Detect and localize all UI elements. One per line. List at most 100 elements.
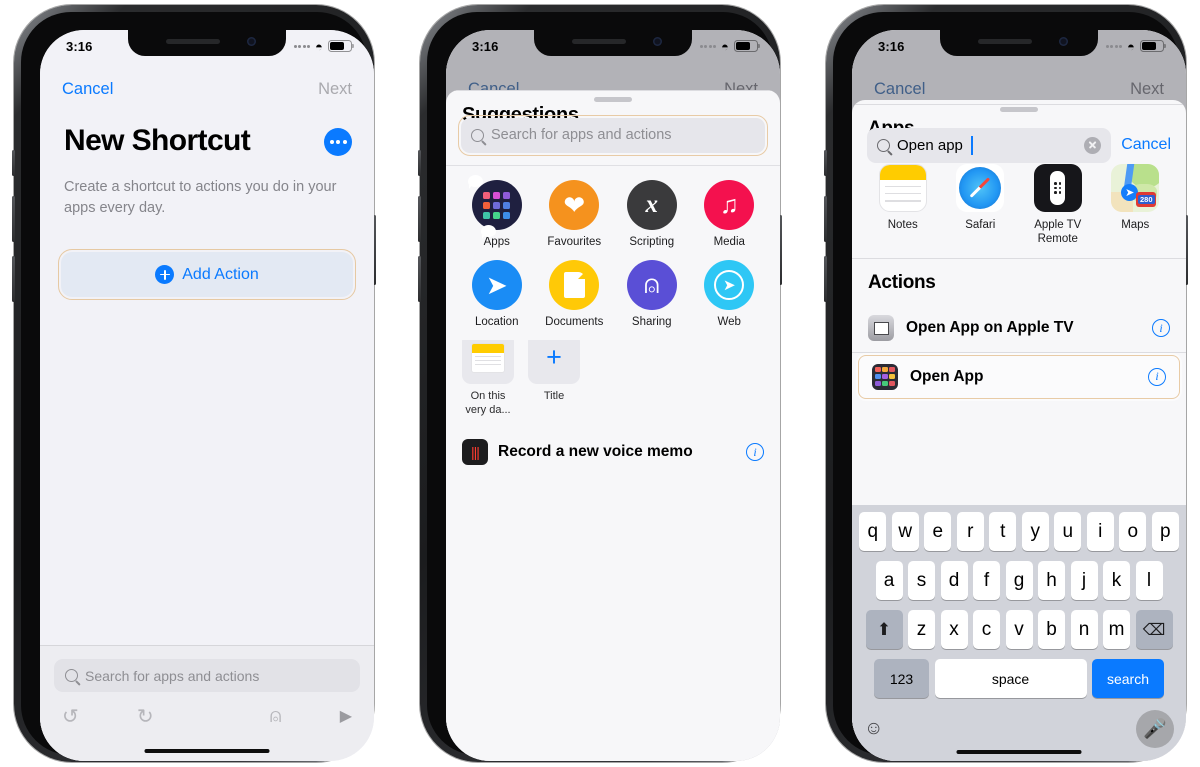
volume-up-button[interactable] [418, 196, 421, 242]
key-w[interactable]: w [891, 512, 919, 551]
category-label: Favourites [547, 236, 602, 248]
keyboard-row-2: a s d f g h j k l [852, 561, 1186, 600]
key-q[interactable]: q [859, 512, 887, 551]
category-web[interactable]: ➤ Web [691, 260, 769, 328]
redo-icon[interactable]: ↻ [137, 704, 154, 729]
key-j[interactable]: j [1070, 561, 1098, 600]
volume-down-button[interactable] [12, 256, 15, 302]
app-label: Notes [887, 219, 918, 231]
key-h[interactable]: h [1038, 561, 1065, 600]
volume-down-button[interactable] [824, 256, 827, 302]
key-u[interactable]: u [1054, 512, 1082, 551]
earpiece-speaker [572, 39, 626, 44]
key-x[interactable]: x [940, 610, 968, 649]
key-c[interactable]: c [973, 610, 1000, 649]
search-key[interactable]: search [1092, 659, 1164, 698]
app-result-apple-tv-remote[interactable]: Apple TV Remote [1019, 164, 1097, 246]
key-a[interactable]: a [875, 561, 903, 600]
play-icon[interactable]: ▶ [340, 706, 352, 726]
key-i[interactable]: i [1086, 512, 1114, 551]
key-f[interactable]: f [973, 561, 1000, 600]
key-v[interactable]: v [1005, 610, 1033, 649]
suggestion-record-voice-memo[interactable]: ||| Record a new voice memo i [446, 429, 780, 483]
action-row-open-app[interactable]: Open App i [856, 352, 1182, 401]
sheet-grabber[interactable] [1000, 107, 1038, 112]
action-row-open-app-on-apple-tv[interactable]: Open App on Apple TV i [852, 304, 1186, 352]
sheet-grabber[interactable] [594, 97, 632, 102]
search-input[interactable]: Open app [867, 127, 1112, 163]
earpiece-speaker [978, 39, 1032, 44]
suggestion-parameters: On this very da... + Title [462, 331, 764, 417]
key-o[interactable]: o [1119, 512, 1147, 551]
space-key[interactable]: space [934, 659, 1087, 698]
key-b[interactable]: b [1038, 610, 1065, 649]
heart-icon: ❤ [549, 180, 600, 230]
mute-switch[interactable] [824, 150, 827, 176]
undo-icon[interactable]: ↺ [62, 704, 79, 729]
category-location[interactable]: ➤ Location [458, 260, 536, 328]
category-label: Media [713, 236, 745, 248]
action-label: Open App on Apple TV [906, 319, 1074, 336]
search-value: Open app [897, 136, 963, 154]
phone-screen: Cancel Next 3:16 ◓ [446, 30, 780, 761]
category-label: Apps [483, 236, 510, 248]
key-m[interactable]: m [1103, 610, 1130, 649]
battery-icon [734, 40, 761, 52]
volume-up-button[interactable] [12, 196, 15, 242]
numbers-key[interactable]: 123 [874, 659, 929, 698]
category-scripting[interactable]: x Scripting [613, 180, 691, 248]
search-input[interactable]: Search for apps and actions [54, 659, 360, 692]
app-result-notes[interactable]: Notes [864, 164, 942, 246]
category-sharing[interactable]: ⍝ Sharing [613, 260, 691, 328]
plus-circle-icon [155, 265, 175, 284]
key-y[interactable]: y [1021, 512, 1049, 551]
phone-1: 3:16 ◓ Cancel Next New Shortcut Create a… [8, 0, 380, 767]
category-documents[interactable]: Documents [536, 260, 614, 328]
mute-switch[interactable] [12, 150, 15, 176]
key-t[interactable]: t [989, 512, 1017, 551]
category-apps[interactable]: Apps [458, 180, 536, 248]
phone-bezel: Cancel Next 3:16 ◓ [833, 12, 1186, 761]
cancel-search-button[interactable]: Cancel [1121, 136, 1171, 154]
app-result-maps[interactable]: ➤ 280 Maps [1097, 164, 1175, 246]
parameter-body[interactable]: On this very da... [462, 331, 514, 417]
key-l[interactable]: l [1135, 561, 1163, 600]
key-p[interactable]: p [1151, 512, 1179, 551]
add-action-button[interactable]: Add Action [58, 249, 356, 300]
key-g[interactable]: g [1005, 561, 1033, 600]
key-s[interactable]: s [908, 561, 935, 600]
more-ellipsis-icon[interactable] [324, 128, 352, 156]
key-k[interactable]: k [1103, 561, 1130, 600]
info-circle-icon[interactable]: i [1148, 367, 1166, 386]
delete-backward-icon[interactable]: ⌫ [1135, 610, 1173, 649]
category-favourites[interactable]: ❤ Favourites [536, 180, 614, 248]
volume-up-button[interactable] [824, 196, 827, 242]
app-result-safari[interactable]: Safari [942, 164, 1020, 246]
home-indicator[interactable] [144, 748, 270, 753]
key-z[interactable]: z [908, 610, 935, 649]
battery-icon [328, 40, 355, 52]
info-circle-icon[interactable]: i [746, 443, 764, 461]
keyboard-bottom-row: ☺ 🎤 [852, 708, 1186, 750]
key-e[interactable]: e [924, 512, 952, 551]
shift-icon[interactable]: ⬆ [865, 610, 903, 649]
mute-switch[interactable] [418, 150, 421, 176]
microphone-icon[interactable]: 🎤 [1136, 710, 1174, 748]
info-circle-icon[interactable]: i [1152, 319, 1170, 337]
share-icon[interactable]: ⍝ [270, 705, 282, 728]
home-indicator[interactable] [956, 749, 1082, 754]
parameter-title[interactable]: + Title [528, 331, 580, 417]
volume-down-button[interactable] [418, 256, 421, 302]
emoji-smiley-icon[interactable]: ☺ [864, 718, 883, 740]
key-d[interactable]: d [940, 561, 968, 600]
search-input[interactable]: Search for apps and actions [458, 114, 768, 156]
safari-app-icon [956, 164, 1005, 212]
clear-circle-icon[interactable] [1084, 136, 1102, 154]
phone-screen: Cancel Next 3:16 ◓ [852, 30, 1186, 761]
key-r[interactable]: r [956, 512, 984, 551]
category-media[interactable]: ♫ Media [691, 180, 769, 248]
next-button[interactable]: Next [318, 80, 352, 99]
cancel-button[interactable]: Cancel [62, 80, 113, 99]
signal-icon [1105, 44, 1123, 48]
key-n[interactable]: n [1070, 610, 1098, 649]
